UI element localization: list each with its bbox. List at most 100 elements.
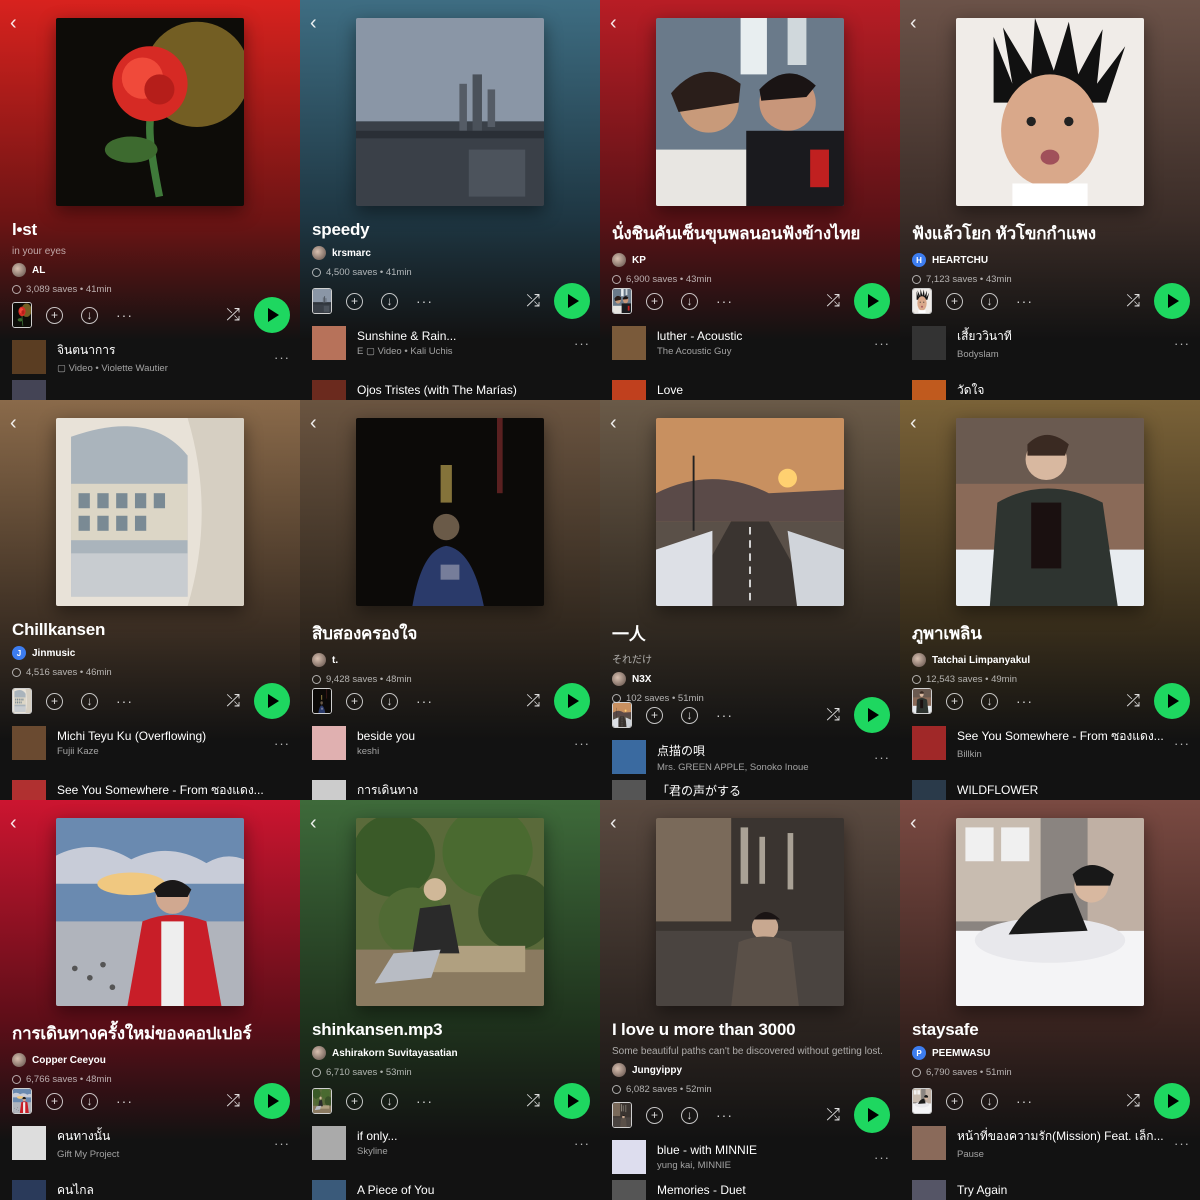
- chevron-left-icon[interactable]: ‹: [310, 413, 328, 433]
- chevron-left-icon[interactable]: ‹: [910, 813, 928, 833]
- add-circle-icon[interactable]: +: [646, 1106, 663, 1124]
- add-circle-icon[interactable]: +: [346, 1092, 363, 1110]
- track-row[interactable]: if only... Skyline ···: [312, 1125, 590, 1161]
- more-icon[interactable]: ···: [716, 707, 733, 723]
- download-icon[interactable]: ↓: [81, 1092, 98, 1110]
- play-button[interactable]: [554, 283, 590, 319]
- play-button[interactable]: [1154, 1083, 1190, 1119]
- playlist-owner[interactable]: Jungyippy: [612, 1063, 890, 1077]
- add-circle-icon[interactable]: +: [346, 292, 363, 310]
- chevron-left-icon[interactable]: ‹: [610, 813, 628, 833]
- shuffle-icon[interactable]: ⤮: [226, 1091, 240, 1111]
- track-row[interactable]: หน้าที่ของความรัก(Mission) Feat. เล็ก...…: [912, 1125, 1190, 1161]
- playlist-owner[interactable]: AL: [12, 263, 290, 277]
- mini-cover-thumbnail[interactable]: [312, 688, 332, 714]
- chevron-left-icon[interactable]: ‹: [10, 13, 28, 33]
- mini-cover-thumbnail[interactable]: [12, 1088, 32, 1114]
- download-icon[interactable]: ↓: [681, 706, 698, 724]
- add-circle-icon[interactable]: +: [46, 692, 63, 710]
- download-icon[interactable]: ↓: [681, 1106, 698, 1124]
- track-row[interactable]: เสี้ยววินาที Bodyslam ···: [912, 325, 1190, 361]
- more-icon[interactable]: ···: [1174, 336, 1190, 351]
- chevron-left-icon[interactable]: ‹: [910, 413, 928, 433]
- chevron-left-icon[interactable]: ‹: [310, 813, 328, 833]
- mini-cover-thumbnail[interactable]: [912, 688, 932, 714]
- mini-cover-thumbnail[interactable]: [612, 288, 632, 314]
- shuffle-icon[interactable]: ⤮: [226, 691, 240, 711]
- download-icon[interactable]: ↓: [981, 692, 998, 710]
- mini-cover-thumbnail[interactable]: [612, 702, 632, 728]
- mini-cover-thumbnail[interactable]: [612, 1102, 632, 1128]
- more-icon[interactable]: ···: [274, 736, 290, 751]
- playlist-owner[interactable]: KP: [612, 253, 890, 267]
- track-row[interactable]: Memories - Duet: [612, 1180, 890, 1200]
- track-row[interactable]: luther - Acoustic The Acoustic Guy ···: [612, 325, 890, 361]
- shuffle-icon[interactable]: ⤮: [526, 291, 540, 311]
- track-row[interactable]: See You Somewhere - From ซองแดง...: [12, 780, 290, 800]
- download-icon[interactable]: ↓: [81, 306, 98, 324]
- track-row[interactable]: WILDFLOWER: [912, 780, 1190, 800]
- play-button[interactable]: [854, 697, 890, 733]
- more-icon[interactable]: ···: [1174, 736, 1190, 751]
- more-icon[interactable]: ···: [574, 736, 590, 751]
- download-icon[interactable]: ↓: [381, 1092, 398, 1110]
- add-circle-icon[interactable]: +: [346, 692, 363, 710]
- download-icon[interactable]: ↓: [381, 292, 398, 310]
- track-row[interactable]: 点描の唄 Mrs. GREEN APPLE, Sonoko Inoue ···: [612, 739, 890, 775]
- track-row[interactable]: Try Again: [912, 1180, 1190, 1200]
- chevron-left-icon[interactable]: ‹: [610, 413, 628, 433]
- play-button[interactable]: [854, 1097, 890, 1133]
- more-icon[interactable]: ···: [116, 693, 133, 709]
- download-icon[interactable]: ↓: [981, 1092, 998, 1110]
- mini-cover-thumbnail[interactable]: [312, 288, 332, 314]
- play-button[interactable]: [254, 1083, 290, 1119]
- more-icon[interactable]: ···: [716, 1107, 733, 1123]
- more-icon[interactable]: ···: [416, 693, 433, 709]
- add-circle-icon[interactable]: +: [46, 1092, 63, 1110]
- shuffle-icon[interactable]: ⤮: [826, 705, 840, 725]
- chevron-left-icon[interactable]: ‹: [10, 413, 28, 433]
- more-icon[interactable]: ···: [716, 293, 733, 309]
- track-row[interactable]: beside you keshi ···: [312, 725, 590, 761]
- chevron-left-icon[interactable]: ‹: [10, 813, 28, 833]
- more-icon[interactable]: ···: [416, 1093, 433, 1109]
- track-row[interactable]: คนไกล: [12, 1180, 290, 1200]
- play-button[interactable]: [1154, 283, 1190, 319]
- play-button[interactable]: [254, 683, 290, 719]
- play-button[interactable]: [254, 297, 290, 333]
- playlist-owner[interactable]: N3X: [612, 672, 890, 686]
- track-row[interactable]: A Piece of You: [312, 1180, 590, 1200]
- shuffle-icon[interactable]: ⤮: [1126, 691, 1140, 711]
- track-row[interactable]: คนทางนั้น Gift My Project ···: [12, 1125, 290, 1161]
- more-icon[interactable]: ···: [1174, 1136, 1190, 1151]
- add-circle-icon[interactable]: +: [946, 692, 963, 710]
- play-button[interactable]: [854, 283, 890, 319]
- more-icon[interactable]: ···: [274, 350, 290, 365]
- more-icon[interactable]: ···: [574, 336, 590, 351]
- mini-cover-thumbnail[interactable]: [912, 1088, 932, 1114]
- playlist-owner[interactable]: Tatchai Limpanyakul: [912, 653, 1190, 667]
- track-row[interactable]: blue - with MINNIE yung kai, MINNIE ···: [612, 1139, 890, 1175]
- track-row[interactable]: 「君の声がする: [612, 780, 890, 800]
- track-row[interactable]: Michi Teyu Ku (Overflowing) Fujii Kaze ···: [12, 725, 290, 761]
- more-icon[interactable]: ···: [116, 307, 133, 323]
- add-circle-icon[interactable]: +: [946, 1092, 963, 1110]
- track-row[interactable]: [12, 380, 290, 400]
- track-row[interactable]: จินตนาการ ▢ Video • Violette Wautier ···: [12, 339, 290, 375]
- mini-cover-thumbnail[interactable]: [12, 302, 32, 328]
- chevron-left-icon[interactable]: ‹: [910, 13, 928, 33]
- download-icon[interactable]: ↓: [681, 292, 698, 310]
- playlist-owner[interactable]: P PEEMWASU: [912, 1046, 1190, 1060]
- more-icon[interactable]: ···: [874, 750, 890, 765]
- track-row[interactable]: Love: [612, 380, 890, 400]
- more-icon[interactable]: ···: [874, 1150, 890, 1165]
- add-circle-icon[interactable]: +: [46, 306, 63, 324]
- shuffle-icon[interactable]: ⤮: [226, 305, 240, 325]
- mini-cover-thumbnail[interactable]: [12, 688, 32, 714]
- track-row[interactable]: การเดินทาง: [312, 780, 590, 800]
- playlist-owner[interactable]: H HEARTCHU: [912, 253, 1190, 267]
- playlist-owner[interactable]: t.: [312, 653, 590, 667]
- add-circle-icon[interactable]: +: [946, 292, 963, 310]
- shuffle-icon[interactable]: ⤮: [526, 1091, 540, 1111]
- chevron-left-icon[interactable]: ‹: [610, 13, 628, 33]
